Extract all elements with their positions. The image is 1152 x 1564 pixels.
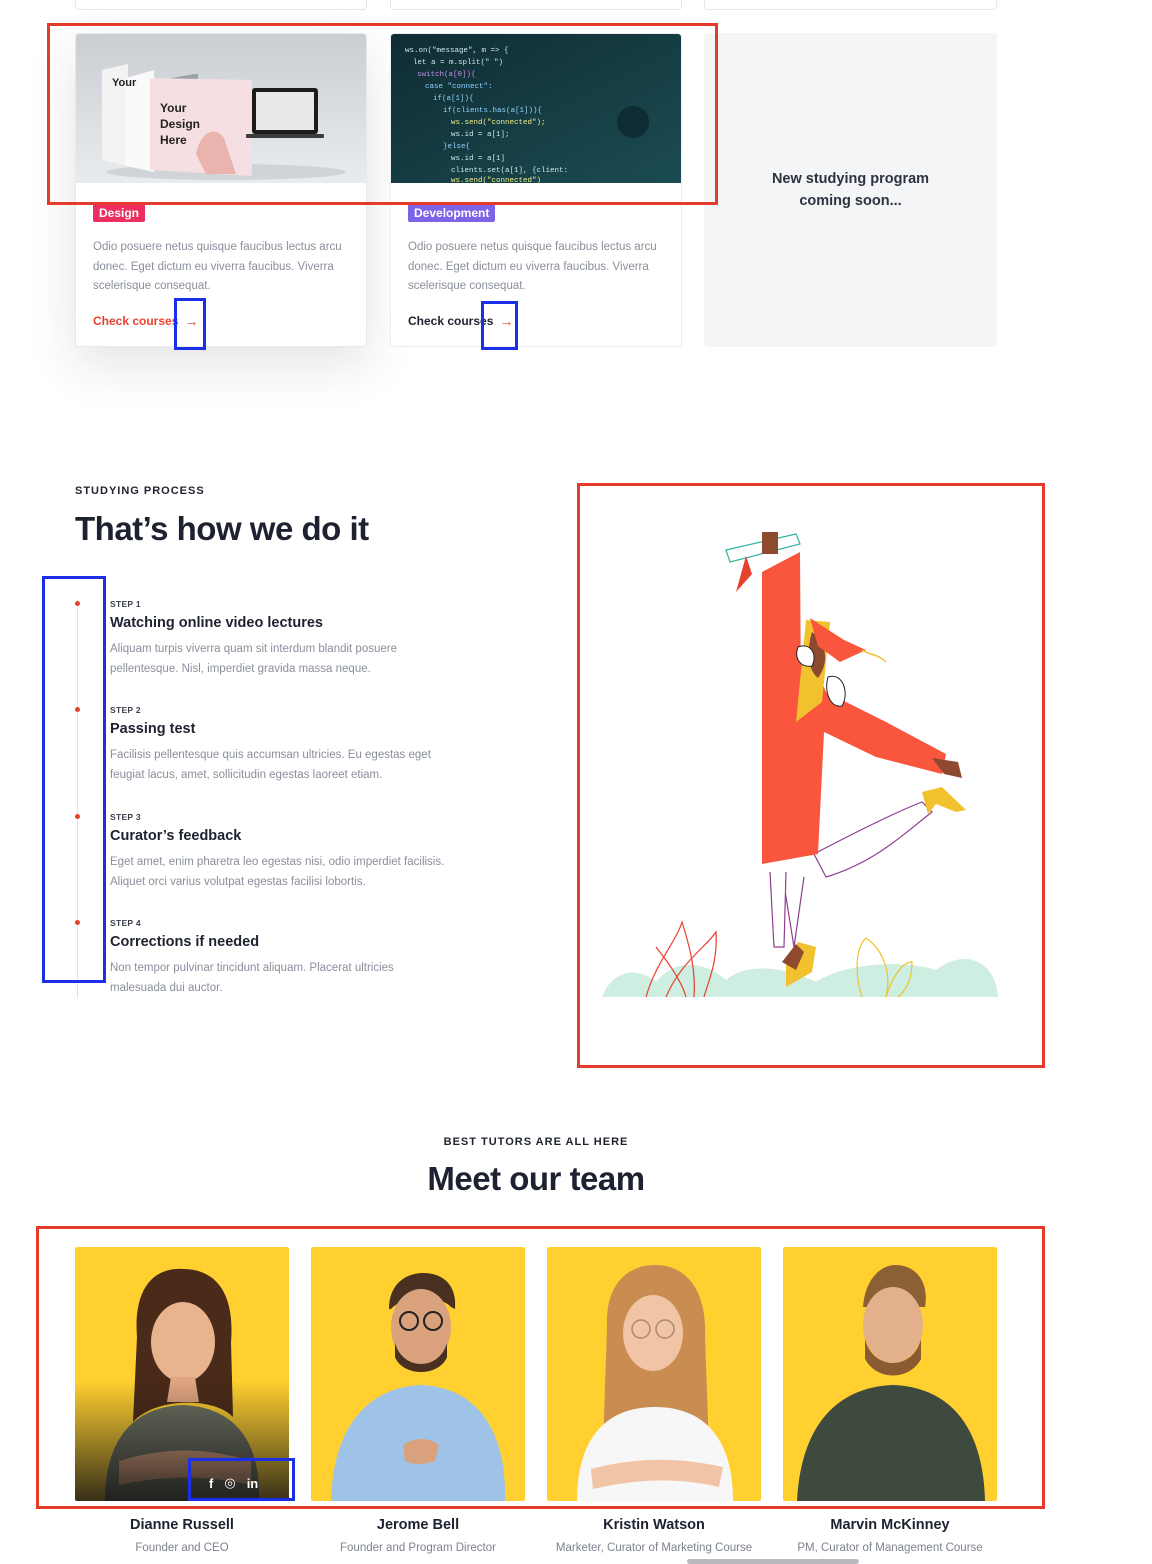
- graduate-illustration: [586, 492, 1038, 1062]
- team-eyebrow: BEST TUTORS ARE ALL HERE: [443, 1136, 629, 1148]
- card-stub: [704, 0, 997, 10]
- step-title: Curator’s feedback: [110, 828, 242, 844]
- member-name: Dianne Russell: [130, 1517, 234, 1533]
- step-label: STEP 4: [110, 918, 141, 928]
- timeline-dot: [75, 601, 80, 606]
- thumb-text: Design: [160, 117, 200, 131]
- process-title: That’s how we do it: [75, 510, 369, 547]
- step-text: Non tempor pulvinar tincidunt aliquam. P…: [110, 962, 394, 994]
- team-member-photo[interactable]: f ◎ in: [75, 1247, 289, 1501]
- check-courses-link[interactable]: Check courses →: [408, 313, 513, 329]
- member-role: Founder and Program Director: [340, 1542, 496, 1554]
- svg-text:ws.send("connected"): ws.send("connected"): [451, 177, 541, 183]
- social-links: f ◎ in: [209, 1475, 258, 1491]
- team-member-photo[interactable]: [547, 1247, 761, 1501]
- timeline-dot: [75, 707, 80, 712]
- svg-text:clients.set(a[1], {client:: clients.set(a[1], {client:: [451, 167, 568, 175]
- step-label: STEP 3: [110, 812, 141, 822]
- facebook-icon[interactable]: f: [209, 1476, 213, 1491]
- svg-text:switch(a[0]){: switch(a[0]){: [417, 71, 476, 79]
- thumb-text: Your: [112, 77, 137, 89]
- check-courses-label: Check courses: [93, 314, 179, 328]
- step-text: Facilisis pellentesque quis accumsan ult…: [110, 749, 431, 781]
- arrow-right-icon[interactable]: →: [499, 313, 513, 329]
- process-step: STEP 1 Watching online video lectures Al…: [110, 599, 450, 679]
- card-stub: [75, 0, 367, 10]
- team-member-photo[interactable]: [783, 1247, 997, 1501]
- process-eyebrow: STUDYING PROCESS: [75, 485, 205, 497]
- process-step: STEP 3 Curator’s feedback Eget amet, eni…: [110, 812, 450, 892]
- svg-text:if(clients.has(a[1])){: if(clients.has(a[1])){: [443, 107, 542, 115]
- svg-text:if(a[1]){: if(a[1]){: [433, 95, 474, 103]
- member-role: Marketer, Curator of Marketing Course: [555, 1542, 753, 1554]
- thumb-text: Here: [160, 133, 187, 147]
- timeline-dot: [75, 920, 80, 925]
- svg-text:ws.on("message", m => {: ws.on("message", m => {: [405, 47, 509, 55]
- svg-text:ws.send("connected");: ws.send("connected");: [451, 119, 546, 127]
- check-courses-link[interactable]: Check courses →: [93, 313, 198, 329]
- check-courses-label: Check courses: [408, 314, 494, 328]
- course-card-development[interactable]: ws.on("message", m => { let a = m.split(…: [390, 33, 682, 347]
- process-step: STEP 2 Passing test Facilisis pellentesq…: [110, 705, 450, 785]
- step-text: Eget amet, enim pharetra leo egestas nis…: [110, 856, 445, 888]
- card-stub: [390, 0, 682, 10]
- horizontal-scrollbar[interactable]: [687, 1559, 859, 1564]
- timeline-dot: [75, 814, 80, 819]
- svg-text:let a = m.split(" "): let a = m.split(" "): [413, 59, 503, 67]
- step-title: Passing test: [110, 721, 196, 737]
- team-member-photo[interactable]: [311, 1247, 525, 1501]
- course-thumbnail-development: ws.on("message", m => { let a = m.split(…: [391, 34, 681, 183]
- course-thumbnail-design: Your Your Design Here: [76, 34, 366, 183]
- timeline-line: [77, 600, 78, 998]
- svg-text:}else{: }else{: [443, 143, 470, 151]
- team-title: Meet our team: [427, 1160, 645, 1197]
- member-name: Marvin McKinney: [830, 1517, 950, 1533]
- member-name: Jerome Bell: [376, 1517, 460, 1533]
- member-role: PM, Curator of Management Course: [797, 1542, 983, 1554]
- step-text: Aliquam turpis viverra quam sit interdum…: [110, 643, 397, 675]
- svg-text:ws.id = a[1]: ws.id = a[1]: [451, 155, 505, 163]
- course-tag: Design: [93, 204, 146, 222]
- member-name: Kristin Watson: [603, 1517, 705, 1533]
- instagram-icon[interactable]: ◎: [224, 1475, 235, 1491]
- step-label: STEP 1: [110, 599, 141, 609]
- linkedin-icon[interactable]: in: [247, 1476, 259, 1491]
- step-title: Corrections if needed: [110, 934, 260, 950]
- highlight-box: [42, 576, 106, 983]
- coming-soon-text: New studying program coming soon...: [771, 171, 930, 209]
- process-step: STEP 4 Corrections if needed Non tempor …: [110, 918, 450, 998]
- course-description: Odio posuere netus quisque faucibus lect…: [408, 241, 657, 292]
- member-role: Founder and CEO: [135, 1542, 229, 1554]
- course-description: Odio posuere netus quisque faucibus lect…: [93, 241, 342, 292]
- step-title: Watching online video lectures: [110, 615, 323, 631]
- course-card-design[interactable]: Your Your Design Here Design Odio posuer…: [75, 33, 367, 347]
- coming-soon-card: New studying program coming soon...: [704, 33, 997, 347]
- arrow-right-icon[interactable]: →: [184, 313, 198, 329]
- svg-text:ws.id = a[1];: ws.id = a[1];: [451, 131, 510, 139]
- course-tag: Development: [408, 204, 496, 222]
- step-label: STEP 2: [110, 705, 141, 715]
- svg-text:case "connect":: case "connect":: [425, 83, 493, 91]
- thumb-text: Your: [160, 101, 187, 115]
